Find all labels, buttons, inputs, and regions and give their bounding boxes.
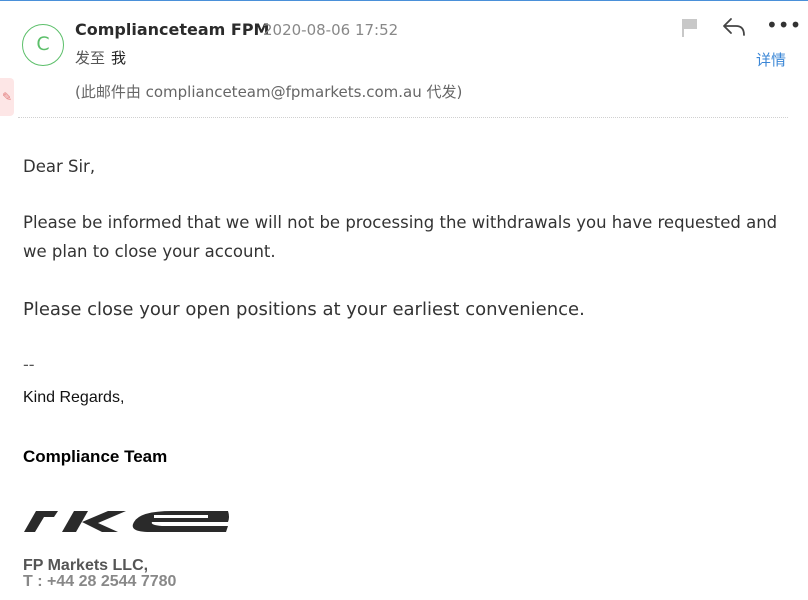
- sender-name[interactable]: Complianceteam FPM: [75, 20, 269, 39]
- side-tab-icon[interactable]: ✎: [0, 78, 14, 116]
- closing-text: Kind Regards,: [23, 389, 125, 406]
- sender-avatar: C: [22, 24, 64, 66]
- signature-separator: --: [23, 355, 35, 374]
- greeting-text: Dear Sir,: [23, 157, 96, 176]
- recipient-name[interactable]: 我: [111, 49, 126, 67]
- team-name: Compliance Team: [23, 447, 168, 466]
- to-label: 发至: [75, 49, 106, 67]
- header-divider: [18, 117, 788, 118]
- phone-number[interactable]: T : +44 28 2544 7780: [23, 573, 176, 591]
- details-link[interactable]: 详情: [756, 49, 786, 70]
- email-date: 2020-08-06 17:52: [263, 21, 399, 39]
- body-paragraph-1: Please be informed that we will not be p…: [23, 213, 778, 261]
- flag-icon[interactable]: [681, 18, 699, 38]
- body-paragraph-2: Please close your open positions at your…: [23, 299, 585, 320]
- recipient-row: 发至我: [75, 47, 126, 68]
- company-logo: [24, 511, 229, 532]
- sent-on-behalf-note: (此邮件由 complianceteam@fpmarkets.com.au 代发…: [75, 83, 463, 101]
- more-options-icon[interactable]: •••: [766, 13, 801, 37]
- reply-icon[interactable]: [722, 16, 746, 38]
